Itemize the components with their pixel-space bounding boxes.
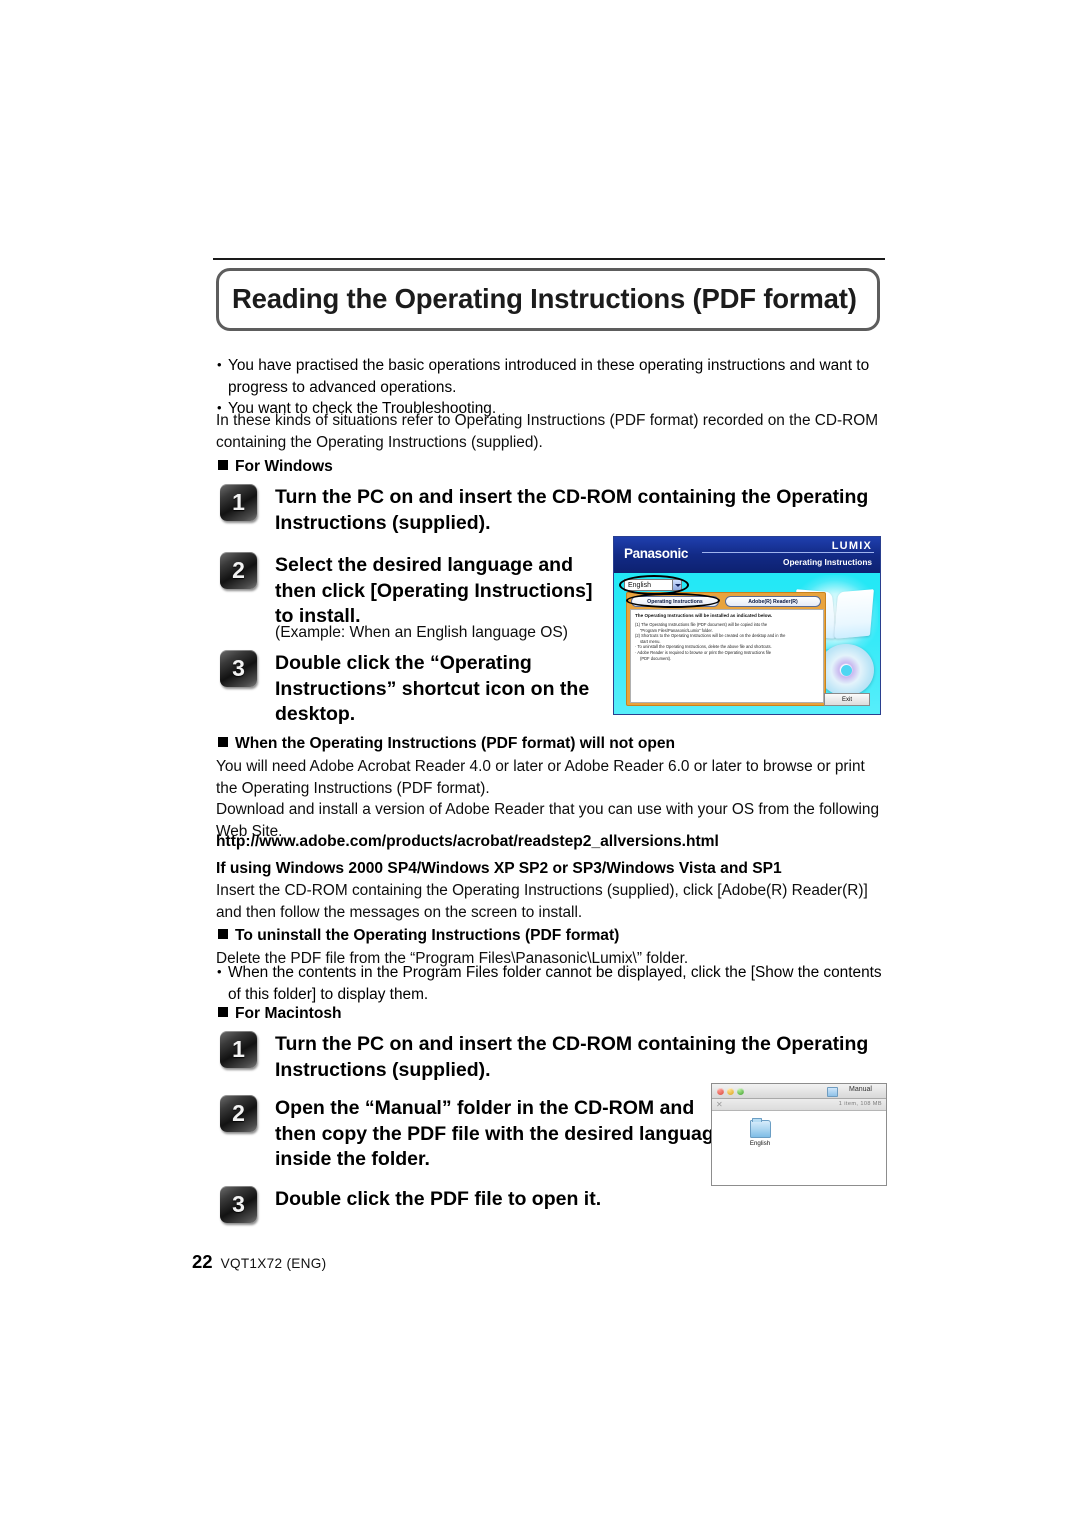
finder-list-item[interactable]: English	[738, 1118, 782, 1147]
page-title: Reading the Operating Instructions (PDF …	[232, 283, 857, 314]
chevron-down-icon[interactable]	[672, 579, 682, 591]
panasonic-logo: Panasonic	[624, 546, 688, 561]
square-bullet-icon	[218, 737, 228, 747]
installer-body-line: (PDF document).	[640, 655, 672, 661]
mac-finder-screenshot: Manual ✕ 1 item, 108 MB English	[711, 1083, 887, 1186]
step-number-badge: 1	[220, 484, 257, 521]
finder-item-label: English	[749, 1140, 771, 1147]
close-icon[interactable]	[717, 1088, 724, 1095]
step-text: Double click the PDF file to open it.	[275, 1188, 602, 1210]
intro-bullet-1: You have practised the basic operations …	[216, 354, 884, 398]
section-heading-not-open: When the Operating Instructions (PDF for…	[218, 733, 675, 754]
folder-icon	[749, 1118, 771, 1138]
finder-titlebar: Manual	[712, 1084, 886, 1099]
installer-body-text: The Operating Instructions will be insta…	[630, 609, 824, 703]
section-heading-for-macintosh: For Macintosh	[218, 1003, 342, 1024]
installer-subtitle: Operating Instructions	[783, 557, 872, 567]
windows-step-2-note: (Example: When an English language OS)	[275, 624, 568, 641]
zoom-icon[interactable]	[737, 1088, 744, 1095]
header-rule	[213, 258, 885, 260]
cd-disc-icon	[818, 644, 874, 696]
step-number-badge: 2	[220, 1095, 257, 1132]
document-page: Reading the Operating Instructions (PDF …	[0, 0, 1080, 1526]
windows-versions-paragraph: Insert the CD-ROM containing the Operati…	[216, 882, 868, 921]
finder-toolbar: ✕ 1 item, 108 MB	[712, 1099, 886, 1111]
folder-icon	[827, 1087, 838, 1097]
installer-body-heading: The Operating Instructions will be insta…	[635, 613, 773, 618]
minimize-icon[interactable]	[727, 1088, 734, 1095]
installer-header-rule	[702, 552, 874, 553]
section-heading-uninstall: To uninstall the Operating Instructions …	[218, 925, 619, 946]
step-text: Open the “Manual” folder in the CD-ROM a…	[275, 1097, 725, 1170]
adobe-download-url[interactable]: http://www.adobe.com/products/acrobat/re…	[216, 831, 884, 852]
step-text: Turn the PC on and insert the CD-ROM con…	[275, 486, 869, 534]
section-heading-for-macintosh-label: For Macintosh	[235, 1005, 342, 1022]
finder-window-title: Manual	[849, 1086, 872, 1093]
section-heading-not-open-label: When the Operating Instructions (PDF for…	[235, 735, 676, 752]
step-number-badge: 1	[220, 1031, 257, 1068]
square-bullet-icon	[218, 1007, 228, 1017]
section-heading-for-windows-label: For Windows	[235, 458, 333, 475]
uninstall-bullet: When the contents in the Program Files f…	[216, 961, 884, 1005]
panasonic-installer-screenshot: Panasonic LUMIX Operating Instructions E…	[613, 536, 881, 715]
uninstall-bullet-list: When the contents in the Program Files f…	[216, 961, 884, 1005]
step-text: Turn the PC on and insert the CD-ROM con…	[275, 1033, 869, 1081]
section-heading-for-windows: For Windows	[218, 456, 333, 477]
section-heading-windows-versions: If using Windows 2000 SP4/Windows XP SP2…	[216, 860, 782, 877]
book-right-page-icon	[834, 589, 874, 639]
step-number-badge: 2	[220, 552, 257, 589]
intro-paragraph: In these kinds of situations refer to Op…	[216, 412, 879, 451]
exit-button[interactable]: Exit	[824, 693, 870, 706]
square-bullet-icon	[218, 460, 228, 470]
document-code: VQT1X72 (ENG)	[220, 1256, 327, 1271]
step-text: Double click the “Operating Instructions…	[275, 652, 590, 725]
tab-operating-instructions[interactable]: Operating Instructions	[631, 596, 719, 607]
page-footer: 22 VQT1X72 (ENG)	[192, 1251, 326, 1273]
installer-tab-panel: Operating Instructions Adobe(R) Reader(R…	[626, 592, 826, 706]
close-toolbar-icon[interactable]: ✕	[716, 1100, 723, 1109]
step-text: Select the desired language and then cli…	[275, 554, 593, 627]
tab-adobe-reader[interactable]: Adobe(R) Reader(R)	[725, 596, 821, 607]
step-number-badge: 3	[220, 1186, 257, 1223]
square-bullet-icon	[218, 929, 228, 939]
not-open-paragraph-1: You will need Adobe Acrobat Reader 4.0 o…	[216, 758, 865, 797]
lumix-logo: LUMIX	[831, 540, 872, 552]
finder-status-text: 1 item, 108 MB	[838, 1101, 882, 1107]
step-number-badge: 3	[220, 650, 257, 687]
page-number: 22	[192, 1251, 213, 1272]
section-heading-uninstall-label: To uninstall the Operating Instructions …	[235, 927, 620, 944]
